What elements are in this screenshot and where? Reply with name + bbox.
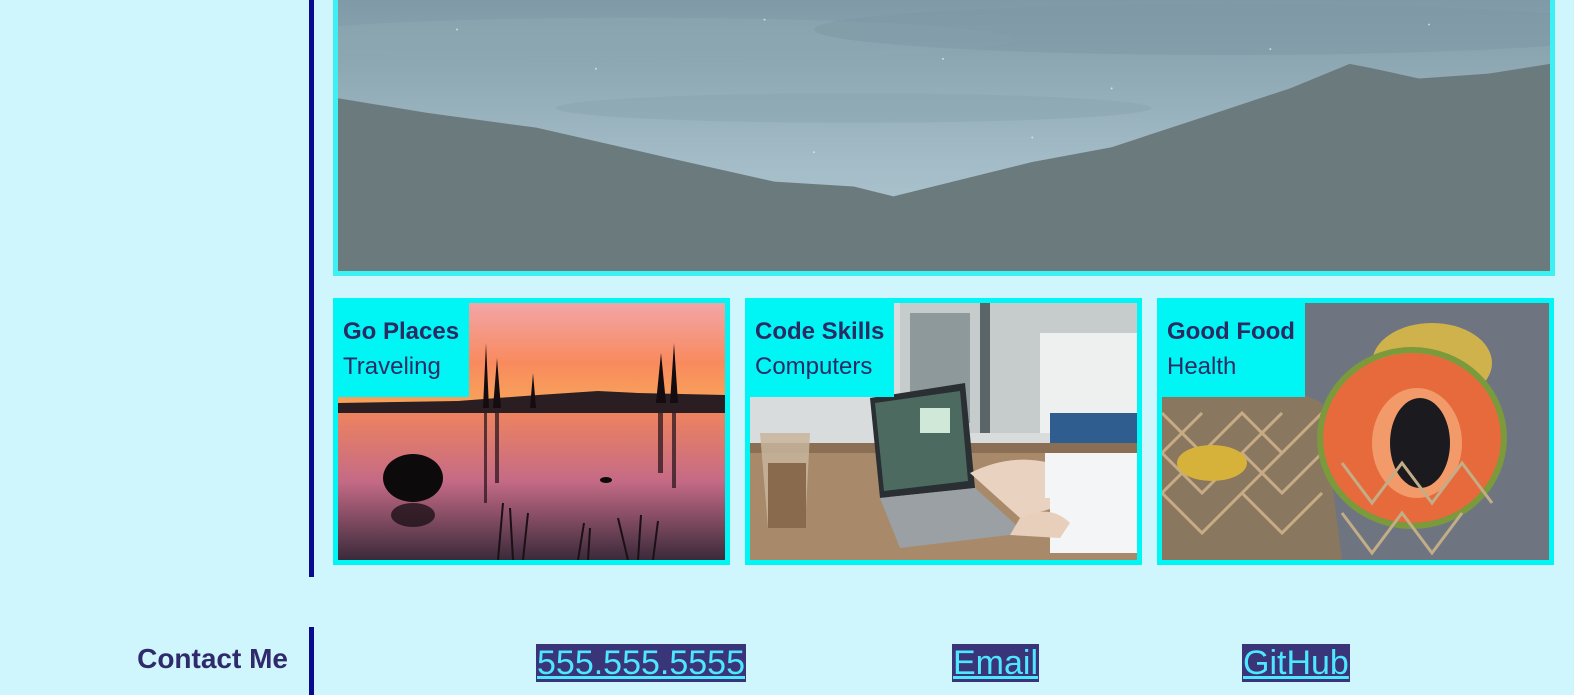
contact-heading: Contact Me — [137, 643, 288, 674]
card-go-places[interactable]: Go Places Traveling — [333, 298, 730, 565]
card-good-food[interactable]: Good Food Health — [1157, 298, 1554, 565]
card-code-skills[interactable]: Code Skills Computers — [745, 298, 1142, 565]
card-title: Code Skills — [755, 318, 885, 345]
card-title: Go Places — [343, 318, 460, 345]
github-link[interactable]: GitHub — [1242, 644, 1350, 682]
card-title: Good Food — [1167, 318, 1295, 345]
email-link[interactable]: Email — [952, 644, 1040, 682]
vertical-divider — [309, 0, 314, 577]
card-subtitle: Traveling — [343, 353, 441, 380]
hero-mountain-image — [333, 0, 1555, 276]
card-subtitle: Health — [1167, 353, 1237, 380]
card-caption: Go Places Traveling — [338, 303, 470, 397]
card-subtitle: Computers — [755, 353, 873, 380]
phone-link[interactable]: 555.555.5555 — [536, 644, 746, 682]
vertical-divider-contact — [309, 627, 314, 695]
card-caption: Code Skills Computers — [750, 303, 895, 397]
card-caption: Good Food Health — [1162, 303, 1305, 397]
